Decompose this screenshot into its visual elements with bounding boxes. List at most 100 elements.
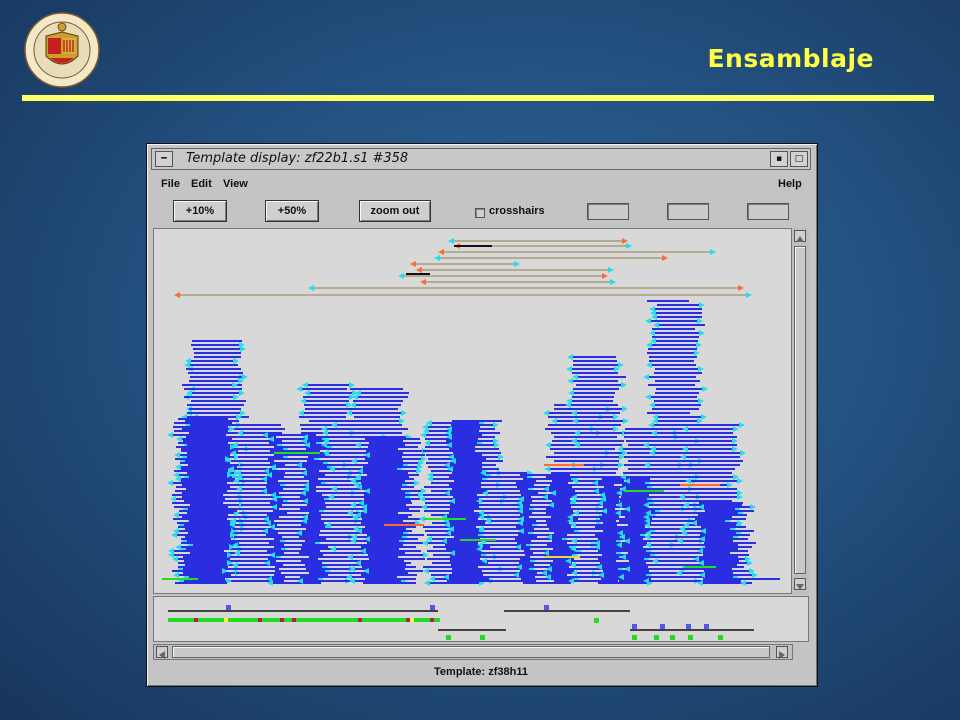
read-end-marker bbox=[613, 426, 619, 432]
read-end-marker bbox=[242, 374, 248, 380]
vertical-scrollbar[interactable] bbox=[791, 228, 809, 594]
read-end-marker bbox=[421, 456, 427, 462]
read-end-marker bbox=[565, 402, 571, 408]
read-end-marker bbox=[422, 540, 428, 546]
read-end-marker bbox=[608, 267, 614, 273]
read-end-marker bbox=[571, 538, 577, 544]
template-status: Template: zf38h11 bbox=[434, 666, 528, 678]
menu-view[interactable]: View bbox=[223, 178, 248, 190]
read-end-marker bbox=[308, 285, 314, 291]
read-end-marker bbox=[649, 450, 655, 456]
zoom-out-button[interactable]: zoom out bbox=[359, 200, 431, 222]
zoom-in-10-button[interactable]: +10% bbox=[173, 200, 227, 222]
slide-title: Ensamblaje bbox=[707, 44, 874, 73]
maximize-icon[interactable]: □ bbox=[790, 151, 808, 167]
read-end-marker bbox=[545, 442, 551, 448]
read-end-marker bbox=[414, 480, 420, 486]
read-end-marker bbox=[551, 418, 557, 424]
read-end-marker bbox=[401, 410, 407, 416]
scroll-right-arrow-icon[interactable] bbox=[776, 646, 788, 659]
read-end-marker bbox=[662, 255, 668, 261]
scroll-left-arrow-icon[interactable] bbox=[156, 646, 168, 659]
horizontal-scroll-thumb[interactable] bbox=[172, 646, 770, 658]
vertical-scroll-thumb[interactable] bbox=[794, 246, 806, 574]
read-end-marker bbox=[184, 362, 190, 368]
read-end-marker bbox=[543, 410, 549, 416]
read-end-marker bbox=[732, 446, 738, 452]
read-end-marker bbox=[350, 502, 356, 508]
read-end-marker bbox=[167, 480, 173, 486]
read-end-marker bbox=[623, 418, 629, 424]
read-end-marker bbox=[699, 330, 705, 336]
window-titlebar[interactable]: ━ Template display: zf22b1.s1 #358 ▪ □ bbox=[151, 148, 811, 170]
coverage-mark bbox=[704, 624, 709, 629]
read-end-marker bbox=[350, 538, 356, 544]
coverage-mark bbox=[430, 605, 435, 610]
coordinate-field-2[interactable] bbox=[667, 203, 709, 220]
read-end-marker bbox=[739, 422, 745, 428]
template-display-window: ━ Template display: zf22b1.s1 #358 ▪ □ F… bbox=[146, 143, 818, 687]
menu-edit[interactable]: Edit bbox=[191, 178, 212, 190]
read-end-marker bbox=[438, 249, 444, 255]
read-end-marker bbox=[232, 382, 238, 388]
read-end-marker bbox=[236, 486, 242, 492]
menu-help[interactable]: Help bbox=[778, 178, 802, 190]
coverage-mark bbox=[632, 624, 637, 629]
read-end-marker bbox=[331, 422, 337, 428]
read-end-marker bbox=[420, 279, 426, 285]
read-end-marker bbox=[701, 414, 707, 420]
read-end-marker bbox=[602, 273, 608, 279]
read-end-marker bbox=[498, 454, 504, 460]
read-end-marker bbox=[617, 446, 623, 452]
read-end-marker bbox=[174, 452, 180, 458]
read-end-marker bbox=[174, 292, 180, 298]
read-end-marker bbox=[420, 432, 426, 438]
title-underline bbox=[22, 95, 934, 101]
read-end-marker bbox=[571, 438, 577, 444]
read-end-marker bbox=[696, 342, 702, 348]
crosshairs-checkbox[interactable] bbox=[475, 208, 485, 218]
coverage-mark bbox=[258, 618, 262, 622]
read-end-marker bbox=[304, 390, 310, 396]
scroll-up-arrow-icon[interactable] bbox=[794, 230, 806, 242]
coverage-mark bbox=[410, 618, 414, 622]
read-end-marker bbox=[423, 552, 429, 558]
coverage-mark bbox=[480, 635, 485, 640]
window-menu-icon[interactable]: ━ bbox=[155, 151, 173, 167]
assembly-canvas[interactable] bbox=[153, 228, 809, 594]
read-end-marker bbox=[740, 450, 746, 456]
read-end-marker bbox=[621, 382, 627, 388]
coverage-track[interactable] bbox=[153, 596, 809, 642]
read-end-marker bbox=[652, 558, 658, 564]
read-end-marker bbox=[645, 318, 651, 324]
read-end-marker bbox=[167, 432, 173, 438]
read-end-marker bbox=[347, 510, 353, 516]
read-end-marker bbox=[643, 442, 649, 448]
read-end-marker bbox=[738, 285, 744, 291]
read-end-marker bbox=[727, 482, 733, 488]
coverage-mark bbox=[686, 624, 691, 629]
read-end-marker bbox=[567, 354, 573, 360]
read-end-marker bbox=[240, 346, 246, 352]
coverage-mark bbox=[194, 618, 198, 622]
read-end-marker bbox=[618, 462, 624, 468]
read-end-marker bbox=[173, 472, 179, 478]
coordinate-field-3[interactable] bbox=[747, 203, 789, 220]
coverage-plot bbox=[168, 605, 754, 640]
minimize-icon[interactable]: ▪ bbox=[770, 151, 788, 167]
read-end-marker bbox=[296, 386, 302, 392]
scroll-down-arrow-icon[interactable] bbox=[794, 578, 806, 590]
read-end-marker bbox=[679, 494, 685, 500]
coordinate-field-1[interactable] bbox=[587, 203, 629, 220]
read-end-marker bbox=[646, 342, 652, 348]
zoom-in-50-button[interactable]: +50% bbox=[265, 200, 319, 222]
read-end-marker bbox=[330, 546, 336, 552]
read-end-marker bbox=[239, 390, 245, 396]
menu-file[interactable]: File bbox=[161, 178, 180, 190]
horizontal-scrollbar[interactable] bbox=[153, 644, 793, 660]
read-end-marker bbox=[746, 292, 752, 298]
read-end-marker bbox=[574, 430, 580, 436]
read-end-marker bbox=[350, 478, 356, 484]
read-end-marker bbox=[493, 422, 499, 428]
coverage-mark bbox=[224, 618, 228, 622]
